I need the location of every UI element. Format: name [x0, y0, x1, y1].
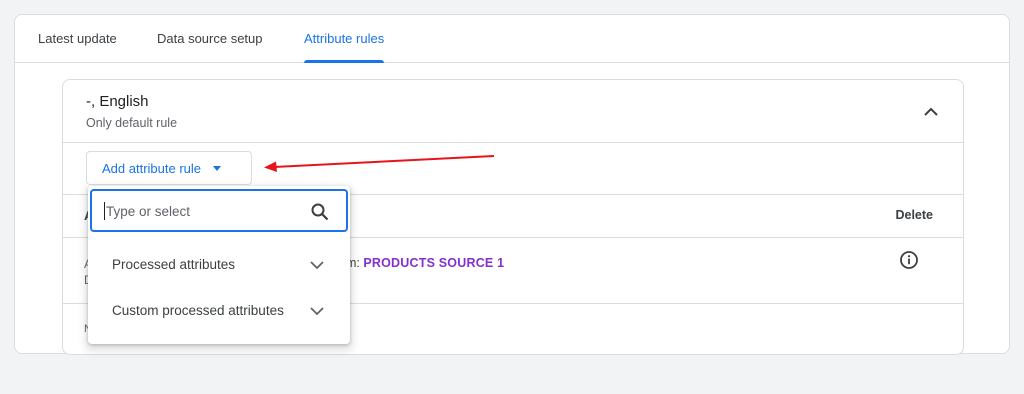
chevron-down-icon[interactable] — [308, 256, 326, 274]
dropdown-item-label: Custom processed attributes — [112, 303, 284, 318]
tab-label: Attribute rules — [304, 31, 385, 46]
tab-label: Latest update — [38, 31, 117, 46]
tab-label: Data source setup — [157, 31, 263, 46]
rule-source-name[interactable]: PRODUCTS SOURCE 1 — [363, 256, 504, 270]
divider — [63, 142, 963, 143]
tab-latest-update[interactable]: Latest update — [38, 15, 117, 63]
tab-data-source-setup[interactable]: Data source setup — [157, 15, 263, 63]
dropdown-item-custom-processed-attributes[interactable]: Custom processed attributes — [88, 288, 350, 334]
search-icon[interactable] — [310, 202, 330, 222]
section-subtitle: Only default rule — [86, 116, 178, 130]
rule-source-text: m: PRODUCTS SOURCE 1 — [346, 256, 504, 270]
info-icon[interactable] — [899, 250, 919, 270]
active-tab-indicator — [304, 60, 385, 63]
caret-down-icon — [213, 165, 222, 171]
attribute-picker-dropdown: Processed attributes Custom processed at… — [88, 186, 350, 344]
section-title: -, English — [86, 93, 149, 110]
tab-bar: Latest update Data source setup Attribut… — [15, 15, 1009, 63]
dropdown-item-processed-attributes[interactable]: Processed attributes — [88, 242, 350, 288]
chevron-down-icon[interactable] — [308, 302, 326, 320]
search-input[interactable] — [104, 202, 304, 220]
dropdown-item-label: Processed attributes — [112, 257, 236, 272]
chevron-up-icon[interactable] — [921, 102, 941, 122]
search-field[interactable] — [90, 189, 348, 232]
add-attribute-rule-button[interactable]: Add attribute rule — [86, 151, 252, 185]
column-header-delete: Delete — [895, 208, 933, 222]
button-label: Add attribute rule — [102, 160, 202, 176]
tab-attribute-rules[interactable]: Attribute rules — [304, 15, 385, 63]
